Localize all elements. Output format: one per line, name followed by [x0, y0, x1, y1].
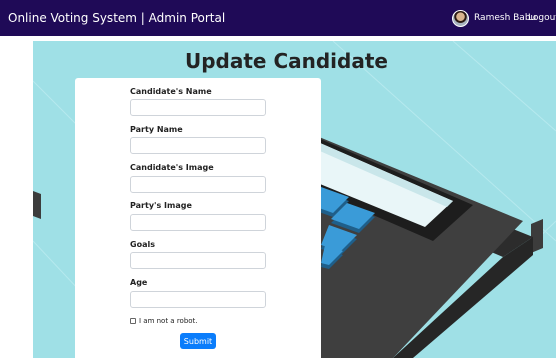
- user-avatar[interactable]: [452, 10, 469, 27]
- party-name-input[interactable]: [130, 137, 266, 154]
- candidate-name-label: Candidate's Name: [130, 87, 212, 96]
- candidate-image-input[interactable]: [130, 176, 266, 193]
- submit-button[interactable]: Submit: [180, 333, 216, 349]
- page-title: Update Candidate: [185, 49, 388, 73]
- candidate-image-label: Candidate's Image: [130, 163, 214, 172]
- candidate-name-input[interactable]: [130, 99, 266, 116]
- goals-label: Goals: [130, 240, 155, 249]
- party-name-label: Party Name: [130, 125, 183, 134]
- age-input[interactable]: [130, 291, 266, 308]
- captcha-label: I am not a robot.: [139, 317, 198, 325]
- party-image-input[interactable]: [130, 214, 266, 231]
- logout-link[interactable]: Logout: [528, 0, 556, 36]
- update-candidate-form: Candidate's Name Party Name Candidate's …: [75, 78, 321, 358]
- captcha-checkbox[interactable]: [130, 318, 136, 324]
- left-object: [33, 191, 41, 219]
- party-image-label: Party's Image: [130, 201, 192, 210]
- captcha-row[interactable]: I am not a robot.: [130, 317, 198, 325]
- brand-link[interactable]: Online Voting System | Admin Portal: [8, 0, 225, 36]
- user-name[interactable]: Ramesh Babu: [474, 0, 536, 36]
- goals-input[interactable]: [130, 252, 266, 269]
- top-navbar: Online Voting System | Admin Portal Rame…: [0, 0, 556, 36]
- age-label: Age: [130, 278, 148, 287]
